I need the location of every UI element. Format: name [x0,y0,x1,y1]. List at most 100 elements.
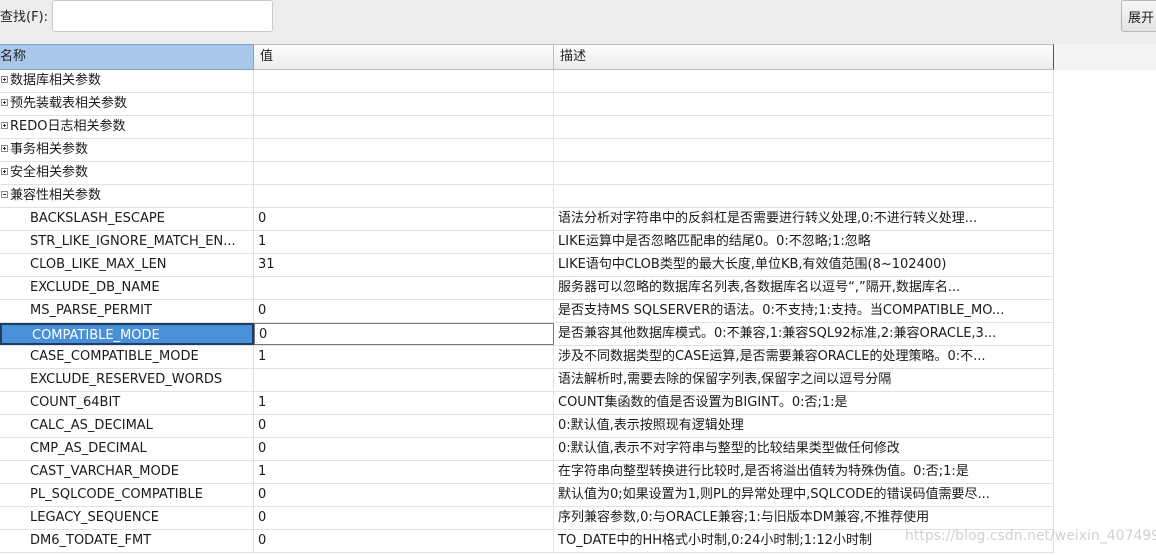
expand-icon[interactable] [1,145,8,152]
name-cell[interactable]: CMP_AS_DECIMAL [0,438,254,460]
description-cell: 语法解析时,需要去除的保留字列表,保留字之间以逗号分隔 [554,369,1054,391]
tree-group-row[interactable]: 事务相关参数 [0,139,1054,162]
name-cell[interactable]: 兼容性相关参数 [0,185,254,207]
value-cell[interactable]: 0 [254,507,554,529]
name-text: CALC_AS_DECIMAL [30,418,153,433]
value-cell[interactable] [254,139,554,161]
value-cell[interactable]: 0 [254,530,554,552]
name-text: COMPATIBLE_MODE [32,328,160,343]
value-cell[interactable] [254,116,554,138]
watermark-text: https://blog.csdn.net/weixin_40749905 [905,528,1156,544]
table-row[interactable]: MS_PARSE_PERMIT 0 是否支持MS SQLSERVER的语法。0:不支… [0,300,1054,323]
name-cell[interactable]: 预先装载表相关参数 [0,93,254,115]
name-text: EXCLUDE_DB_NAME [30,280,160,295]
name-cell[interactable]: MS_PARSE_PERMIT [0,300,254,322]
name-cell[interactable]: CALC_AS_DECIMAL [0,415,254,437]
table-row[interactable]: DM6_TODATE_FMT 0 TO_DATE中的HH格式小时制,0:24小时制;… [0,530,1054,553]
column-header-value[interactable]: 值 [254,44,554,70]
value-cell[interactable] [254,277,554,299]
tree-group-row[interactable]: 数据库相关参数 [0,70,1054,93]
description-cell: 是否兼容其他数据库模式。0:不兼容,1:兼容SQL92标准,2:兼容ORACLE… [554,323,1054,345]
tree-group-row[interactable]: REDO日志相关参数 [0,116,1054,139]
name-text: MS_PARSE_PERMIT [30,303,152,318]
name-text: EXCLUDE_RESERVED_WORDS [30,372,223,387]
table-row[interactable]: COUNT_64BIT 1 COUNT集函数的值是否设置为BIGINT。0:否;1:… [0,392,1054,415]
expand-icon[interactable] [1,76,8,83]
value-cell[interactable]: 0 [254,438,554,460]
name-text: 预先装载表相关参数 [10,96,128,111]
description-cell [554,116,1054,138]
table-row[interactable]: CLOB_LIKE_MAX_LEN 31 LIKE语句中CLOB类型的最大长度,单位… [0,254,1054,277]
name-cell[interactable]: CLOB_LIKE_MAX_LEN [0,254,254,276]
name-cell[interactable]: LEGACY_SEQUENCE [0,507,254,529]
name-cell[interactable]: COUNT_64BIT [0,392,254,414]
name-text: DM6_TODATE_FMT [30,533,152,548]
find-label: 查找(F): [0,10,49,25]
table-row[interactable]: COMPATIBLE_MODE 0 是否兼容其他数据库模式。0:不兼容,1:兼容SQ… [0,323,1054,346]
expand-button[interactable]: 展开 [1121,0,1156,32]
value-cell[interactable]: 1 [254,461,554,483]
table-row[interactable]: EXCLUDE_DB_NAME 服务器可以忽略的数据库名列表,各数据库名以逗号“,… [0,277,1054,300]
name-cell[interactable]: 安全相关参数 [0,162,254,184]
name-text: REDO日志相关参数 [10,119,126,134]
value-cell[interactable]: 0 [254,415,554,437]
column-header-filler [1054,44,1156,70]
table-row[interactable]: CASE_COMPATIBLE_MODE 1 涉及不同数据类型的CASE运算,是否需… [0,346,1054,369]
table-row[interactable]: LEGACY_SEQUENCE 0 序列兼容参数,0:与ORACLE兼容;1:与旧版… [0,507,1054,530]
name-cell[interactable]: CASE_COMPATIBLE_MODE [0,346,254,368]
collapse-icon[interactable] [1,191,8,198]
value-cell[interactable] [254,369,554,391]
value-cell[interactable]: 1 [254,346,554,368]
value-cell[interactable] [254,93,554,115]
description-cell: COUNT集函数的值是否设置为BIGINT。0:否;1:是 [554,392,1054,414]
table-row[interactable]: EXCLUDE_RESERVED_WORDS 语法解析时,需要去除的保留字列表,保… [0,369,1054,392]
table-header: 名称 值 描述 [0,44,1156,70]
column-header-description[interactable]: 描述 [554,44,1054,70]
name-text: 兼容性相关参数 [10,188,102,203]
name-cell[interactable]: REDO日志相关参数 [0,116,254,138]
find-input[interactable] [52,0,273,32]
value-cell[interactable]: 0 [254,323,554,345]
value-cell[interactable]: 0 [254,300,554,322]
tree-group-row[interactable]: 预先装载表相关参数 [0,93,1054,116]
table-row[interactable]: CMP_AS_DECIMAL 0 0:默认值,表示不对字符串与整型的比较结果类型做任… [0,438,1054,461]
name-cell[interactable]: COMPATIBLE_MODE [0,323,254,345]
name-cell[interactable]: DM6_TODATE_FMT [0,530,254,552]
name-cell[interactable]: BACKSLASH_ESCAPE [0,208,254,230]
expand-icon[interactable] [1,99,8,106]
expand-icon[interactable] [1,122,8,129]
tree-group-row[interactable]: 安全相关参数 [0,162,1054,185]
value-cell[interactable]: 31 [254,254,554,276]
name-cell[interactable]: 数据库相关参数 [0,70,254,92]
value-cell[interactable]: 0 [254,484,554,506]
table-row[interactable]: CALC_AS_DECIMAL 0 0:默认值,表示按照现有逻辑处理 [0,415,1054,438]
name-text: PL_SQLCODE_COMPATIBLE [30,487,203,502]
value-cell[interactable] [254,185,554,207]
table-row[interactable]: STR_LIKE_IGNORE_MATCH_EN... 1 LIKE运算中是否忽略匹… [0,231,1054,254]
description-cell [554,185,1054,207]
parameter-table: 名称 值 描述 数据库相关参数预先装载表相关参数 REDO日志相关参数 事务相关参数… [0,44,1156,555]
value-cell[interactable]: 0 [254,208,554,230]
description-cell: 服务器可以忽略的数据库名列表,各数据库名以逗号“,”隔开,数据库名... [554,277,1054,299]
name-cell[interactable]: EXCLUDE_RESERVED_WORDS [0,369,254,391]
expand-icon[interactable] [1,168,8,175]
name-cell[interactable]: 事务相关参数 [0,139,254,161]
value-cell[interactable]: 1 [254,392,554,414]
value-cell[interactable]: 1 [254,231,554,253]
name-text: COUNT_64BIT [30,395,121,410]
value-cell[interactable] [254,162,554,184]
name-cell[interactable]: PL_SQLCODE_COMPATIBLE [0,484,254,506]
table-row[interactable]: CAST_VARCHAR_MODE 1 在字符串向整型转换进行比较时,是否将溢出值转… [0,461,1054,484]
table-row[interactable]: BACKSLASH_ESCAPE 0 语法分析对字符串中的反斜杠是否需要进行转义处理… [0,208,1054,231]
name-cell[interactable]: CAST_VARCHAR_MODE [0,461,254,483]
tree-group-row[interactable]: 兼容性相关参数 [0,185,1054,208]
description-cell: LIKE运算中是否忽略匹配串的结尾0。0:不忽略;1:忽略 [554,231,1054,253]
name-text: 事务相关参数 [10,142,89,157]
name-cell[interactable]: STR_LIKE_IGNORE_MATCH_EN... [0,231,254,253]
name-cell[interactable]: EXCLUDE_DB_NAME [0,277,254,299]
table-row[interactable]: PL_SQLCODE_COMPATIBLE 0 默认值为0;如果设置为1,则PL的异… [0,484,1054,507]
name-text: 安全相关参数 [10,165,89,180]
column-header-name[interactable]: 名称 [0,44,254,70]
value-cell[interactable] [254,70,554,92]
name-text: CASE_COMPATIBLE_MODE [30,349,199,364]
